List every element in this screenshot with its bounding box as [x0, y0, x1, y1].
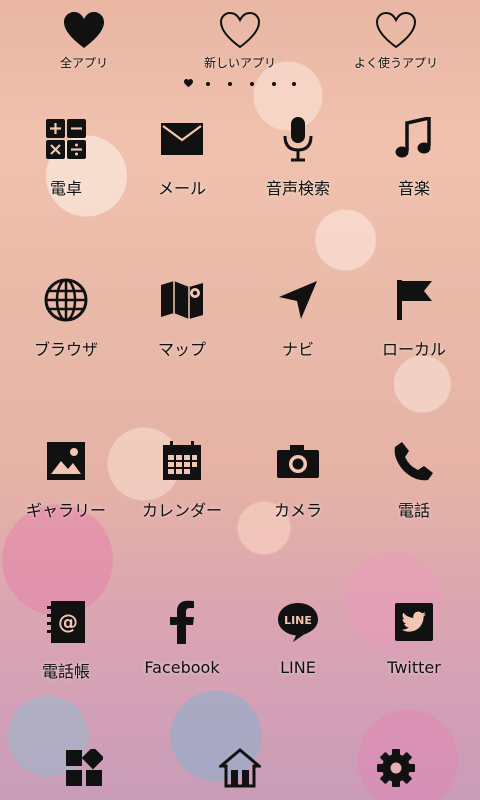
app-label: ローカル	[381, 340, 446, 359]
app-gallery[interactable]: ギャラリー	[6, 437, 126, 521]
line-icon: LINE	[278, 603, 318, 642]
app-line[interactable]: LINE LINE	[238, 598, 358, 677]
facebook-icon	[170, 600, 194, 644]
page-dot	[272, 82, 276, 86]
app-label: Facebook	[144, 658, 220, 677]
app-mail[interactable]: メール	[122, 115, 242, 199]
widgets-button[interactable]	[60, 744, 108, 792]
app-phone[interactable]: 電話	[354, 437, 474, 521]
app-calendar[interactable]: カレンダー	[122, 437, 242, 521]
tab-frequent-apps-label: よく使うアプリ	[353, 56, 438, 70]
app-facebook[interactable]: Facebook	[122, 598, 242, 677]
flag-icon	[397, 280, 432, 320]
filled-heart-icon	[64, 12, 104, 48]
page-dot	[250, 82, 254, 86]
app-browser[interactable]: ブラウザ	[6, 276, 126, 360]
app-navi[interactable]: ナビ	[238, 276, 358, 360]
app-map[interactable]: マップ	[122, 276, 242, 360]
app-label: Twitter	[387, 658, 441, 677]
app-label: メール	[157, 179, 206, 198]
app-label: LINE	[280, 658, 316, 677]
page-dot	[206, 82, 210, 86]
app-label: 電話帳	[41, 662, 90, 681]
app-label: 電話	[397, 501, 430, 520]
current-page-heart-icon	[184, 79, 193, 88]
page-dot	[228, 82, 232, 86]
app-label: ブラウザ	[33, 340, 98, 359]
navigation-arrow-icon	[279, 281, 317, 319]
home-button[interactable]	[216, 744, 264, 792]
tab-all-apps-label: 全アプリ	[59, 56, 108, 70]
calendar-icon	[163, 441, 201, 480]
calculator-icon	[46, 119, 86, 159]
tab-new-apps[interactable]: 新しいアプリ	[180, 10, 300, 71]
tab-frequent-apps[interactable]: よく使うアプリ	[336, 10, 456, 71]
music-note-icon	[395, 117, 431, 158]
page-indicator	[180, 78, 300, 90]
app-label: 音声検索	[265, 179, 330, 198]
outline-heart-icon	[219, 11, 261, 49]
app-voice-search[interactable]: 音声検索	[238, 115, 358, 199]
app-label: カメラ	[273, 501, 322, 520]
page-dot	[292, 82, 296, 86]
app-camera[interactable]: カメラ	[238, 437, 358, 521]
phone-icon	[394, 442, 433, 481]
globe-icon	[44, 278, 88, 322]
app-label: 電卓	[49, 179, 82, 198]
settings-icon	[377, 749, 415, 787]
app-label: 音楽	[397, 179, 430, 198]
app-label: マップ	[157, 340, 206, 359]
camera-icon	[277, 445, 319, 478]
app-twitter[interactable]: Twitter	[354, 598, 474, 677]
mail-icon	[161, 123, 203, 155]
app-music[interactable]: 音楽	[354, 115, 474, 199]
svg-text:@: @	[58, 610, 78, 634]
map-icon	[161, 281, 203, 319]
app-calculator[interactable]: 電卓	[6, 115, 126, 199]
home-icon	[219, 748, 261, 788]
home-screen: 全アプリ 新しいアプリ よく使うアプリ 電卓 メール 音声検索 音楽 ブラウザ …	[0, 0, 480, 800]
tab-all-apps[interactable]: 全アプリ	[24, 10, 144, 71]
app-local[interactable]: ローカル	[354, 276, 474, 360]
widgets-icon	[66, 749, 103, 786]
app-contacts[interactable]: @ 電話帳	[6, 598, 126, 682]
app-label: ギャラリー	[25, 501, 106, 520]
tab-new-apps-label: 新しいアプリ	[203, 56, 276, 70]
line-icon-text: LINE	[284, 614, 312, 627]
app-label: カレンダー	[141, 501, 222, 520]
gallery-icon	[47, 442, 85, 480]
contacts-icon: @	[47, 601, 85, 643]
outline-heart-icon	[375, 11, 417, 49]
app-label: ナビ	[281, 340, 314, 359]
settings-button[interactable]	[372, 744, 420, 792]
microphone-icon	[283, 117, 313, 162]
twitter-icon	[395, 603, 433, 641]
